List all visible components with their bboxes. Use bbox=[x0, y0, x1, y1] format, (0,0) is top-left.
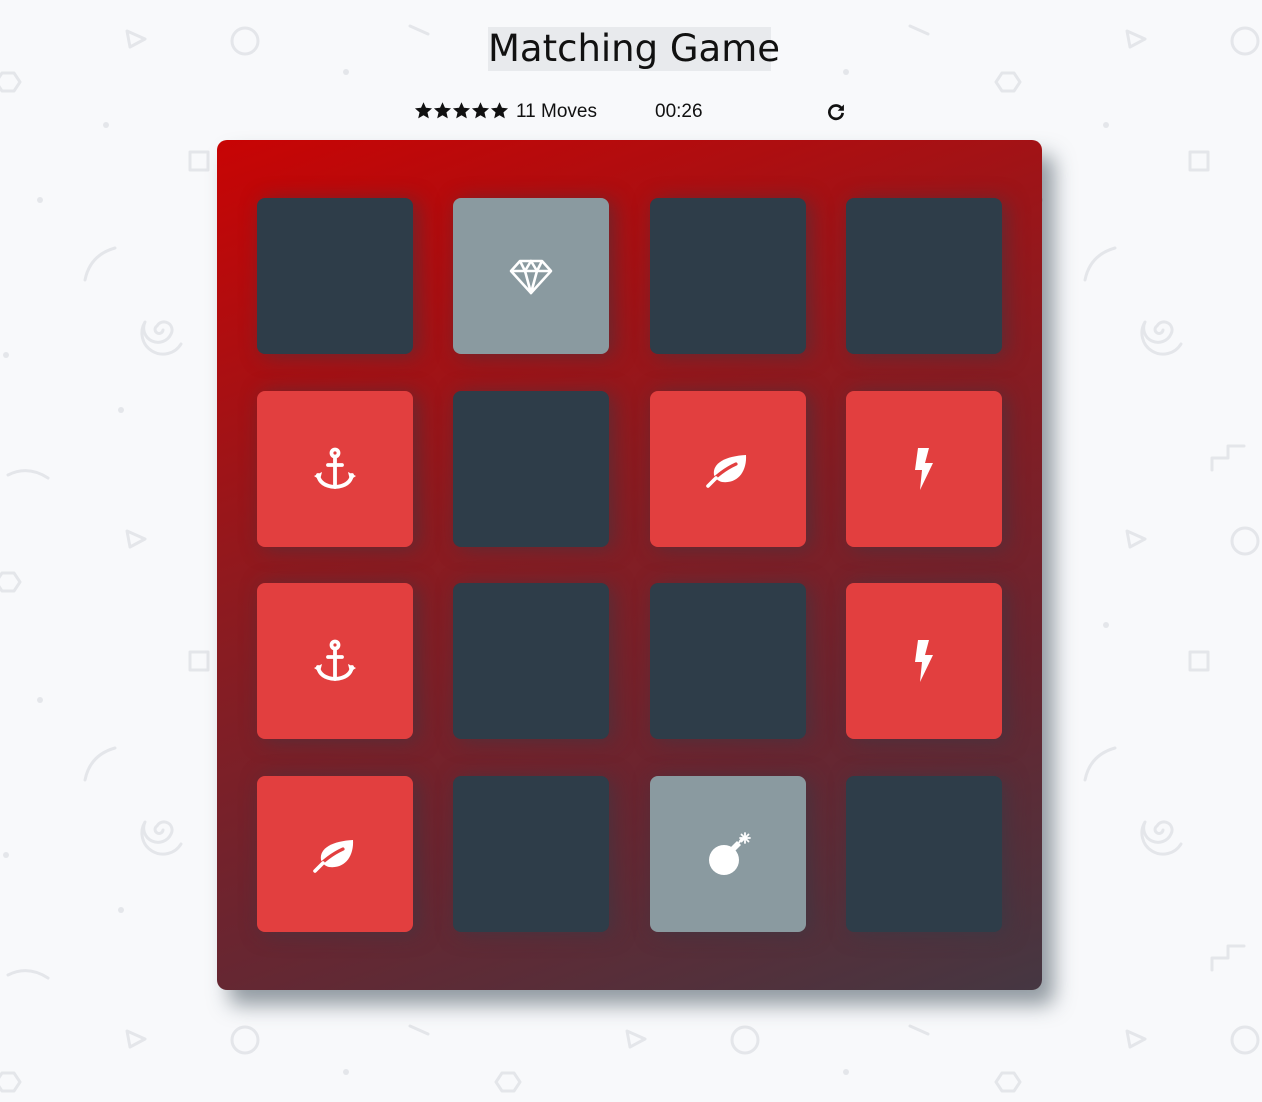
anchor-icon bbox=[314, 639, 356, 681]
card-leaf[interactable] bbox=[257, 776, 413, 932]
card-unknown[interactable] bbox=[846, 776, 1002, 932]
star-icon bbox=[452, 102, 471, 119]
card-unknown[interactable] bbox=[453, 391, 609, 547]
leaf-icon bbox=[706, 455, 747, 488]
diamond-icon bbox=[509, 259, 553, 295]
star-icon bbox=[471, 102, 490, 119]
card-anchor[interactable] bbox=[257, 583, 413, 739]
anchor-icon bbox=[314, 447, 356, 489]
card-unknown[interactable] bbox=[650, 198, 806, 354]
card-bolt[interactable] bbox=[846, 583, 1002, 739]
card-anchor[interactable] bbox=[257, 391, 413, 547]
bomb-icon bbox=[709, 832, 751, 875]
card-unknown[interactable] bbox=[453, 776, 609, 932]
card-leaf[interactable] bbox=[650, 391, 806, 547]
page-title: Matching Game bbox=[488, 27, 781, 71]
restart-icon bbox=[828, 104, 844, 121]
card-diamond[interactable] bbox=[453, 198, 609, 354]
bolt-icon bbox=[915, 640, 933, 682]
card-deck bbox=[217, 140, 1042, 990]
star-icon bbox=[433, 102, 452, 119]
card-unknown[interactable] bbox=[650, 583, 806, 739]
card-bomb[interactable] bbox=[650, 776, 806, 932]
leaf-icon bbox=[313, 840, 354, 873]
card-unknown[interactable] bbox=[257, 198, 413, 354]
star-icon bbox=[490, 102, 509, 119]
card-unknown[interactable] bbox=[453, 583, 609, 739]
card-bolt[interactable] bbox=[846, 391, 1002, 547]
timer: 00:26 bbox=[655, 101, 703, 122]
star-rating bbox=[414, 101, 509, 125]
bolt-icon bbox=[915, 448, 933, 490]
star-icon bbox=[414, 102, 433, 119]
restart-button[interactable] bbox=[826, 102, 846, 122]
score-panel: 11 Moves 00:26 bbox=[414, 98, 854, 128]
card-unknown[interactable] bbox=[846, 198, 1002, 354]
moves-counter: 11 Moves bbox=[516, 101, 597, 122]
